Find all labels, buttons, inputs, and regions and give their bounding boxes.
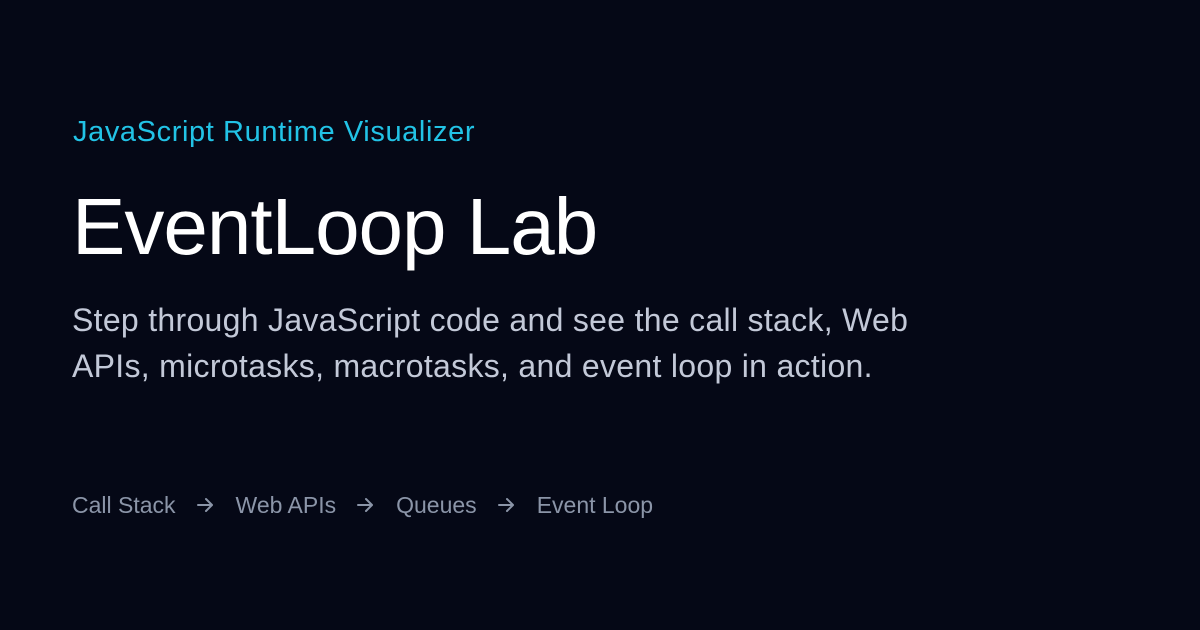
- arrow-right-icon: [176, 490, 236, 520]
- runtime-flow: Call Stack Web APIs Queues Event Loop: [72, 490, 653, 520]
- arrow-right-icon: [336, 490, 396, 520]
- flow-step-call-stack: Call Stack: [72, 492, 176, 518]
- social-card: JavaScript Runtime Visualizer EventLoop …: [0, 0, 1200, 630]
- flow-step-web-apis: Web APIs: [235, 492, 337, 518]
- flow-step-event-loop: Event Loop: [536, 492, 654, 518]
- eyebrow-label: JavaScript Runtime Visualizer: [73, 116, 476, 148]
- page-description: Step through JavaScript code and see the…: [72, 302, 909, 384]
- arrow-right-icon: [477, 490, 537, 520]
- page-title: EventLoop Lab: [72, 182, 598, 271]
- flow-step-queues: Queues: [396, 492, 477, 518]
